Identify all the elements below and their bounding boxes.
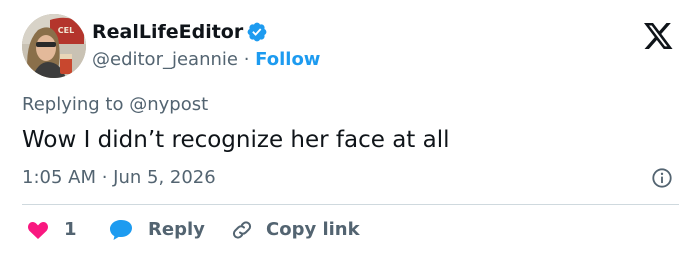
like-button[interactable]: 1 [26,216,77,244]
tweet-text: Wow I didn’t recognize her face at all [22,127,450,153]
tweet-card: CEL RealLifeEditor @editor_jeannie · Fol… [0,0,700,256]
like-count: 1 [64,219,77,240]
divider [22,204,679,205]
info-icon[interactable] [651,167,673,189]
reply-bubble-icon [110,220,132,240]
tweet-timestamp[interactable]: 1:05 AM · Jun 5, 2026 [22,166,216,190]
copy-link-label: Copy link [266,219,360,240]
reply-mention-link[interactable]: @nypost [129,94,208,115]
handle[interactable]: @editor_jeannie [92,49,238,70]
handle-line: @editor_jeannie · Follow [92,48,320,72]
reply-button[interactable]: Reply [108,216,205,244]
follow-button[interactable]: Follow [255,49,320,70]
display-name[interactable]: RealLifeEditor [92,20,243,44]
copy-link-button[interactable]: Copy link [230,216,360,244]
avatar-sign-text: CEL [58,26,74,35]
avatar[interactable]: CEL [22,14,86,78]
verified-badge-icon [247,22,267,42]
reply-label: Reply [148,219,205,240]
separator-dot: · [243,49,250,70]
reply-context-prefix: Replying to [22,94,124,115]
link-icon [232,221,252,239]
heart-icon [28,221,48,239]
reply-context: Replying to @nypost [22,93,208,117]
x-logo-icon[interactable] [642,20,676,52]
avatar-image: CEL [22,14,86,78]
